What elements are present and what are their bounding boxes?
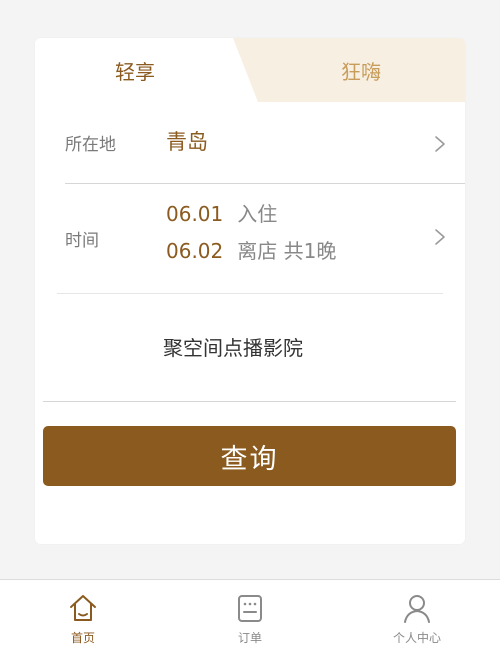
booking-card: 轻享 狂嗨 所在地 青岛 时间 06.01 入住 06.02 离店 共1晚 聚空间点…	[35, 38, 465, 544]
divider	[43, 401, 456, 402]
cinema-row: 聚空间点播影院	[35, 294, 465, 402]
checkout-date: 06.02	[166, 239, 224, 263]
nav-orders[interactable]: 订单	[167, 580, 333, 650]
order-icon	[234, 592, 266, 624]
date-row[interactable]: 时间 06.01 入住 06.02 离店 共1晚	[35, 184, 465, 293]
checkout-text: 离店 共1晚	[237, 239, 337, 263]
bottom-nav: 首页 订单 个人中心	[0, 579, 500, 650]
tab-light-enjoy[interactable]: 轻享	[35, 38, 235, 102]
location-value: 青岛	[166, 130, 208, 154]
checkout-line: 06.02 离店 共1晚	[166, 235, 336, 264]
user-icon	[401, 592, 433, 624]
checkin-text: 入住	[237, 202, 278, 226]
tab-bar: 轻享 狂嗨	[35, 38, 465, 102]
time-label: 时间	[65, 231, 99, 251]
search-button[interactable]: 查询	[43, 426, 456, 486]
nav-home-label: 首页	[70, 631, 95, 645]
chevron-right-icon	[433, 134, 447, 154]
location-row[interactable]: 所在地 青岛	[35, 102, 465, 183]
tab-crazy-party[interactable]: 狂嗨	[257, 38, 465, 102]
chevron-right-icon	[433, 227, 447, 247]
checkin-date: 06.01	[166, 202, 224, 226]
nav-orders-label: 订单	[237, 631, 262, 645]
nav-home[interactable]: 首页	[0, 580, 166, 650]
nav-profile[interactable]: 个人中心	[334, 580, 500, 650]
nav-profile-label: 个人中心	[392, 631, 441, 645]
home-icon	[67, 592, 99, 624]
location-label: 所在地	[65, 135, 116, 155]
cinema-name: 聚空间点播影院	[163, 336, 303, 360]
checkin-line: 06.01 入住	[166, 198, 277, 227]
